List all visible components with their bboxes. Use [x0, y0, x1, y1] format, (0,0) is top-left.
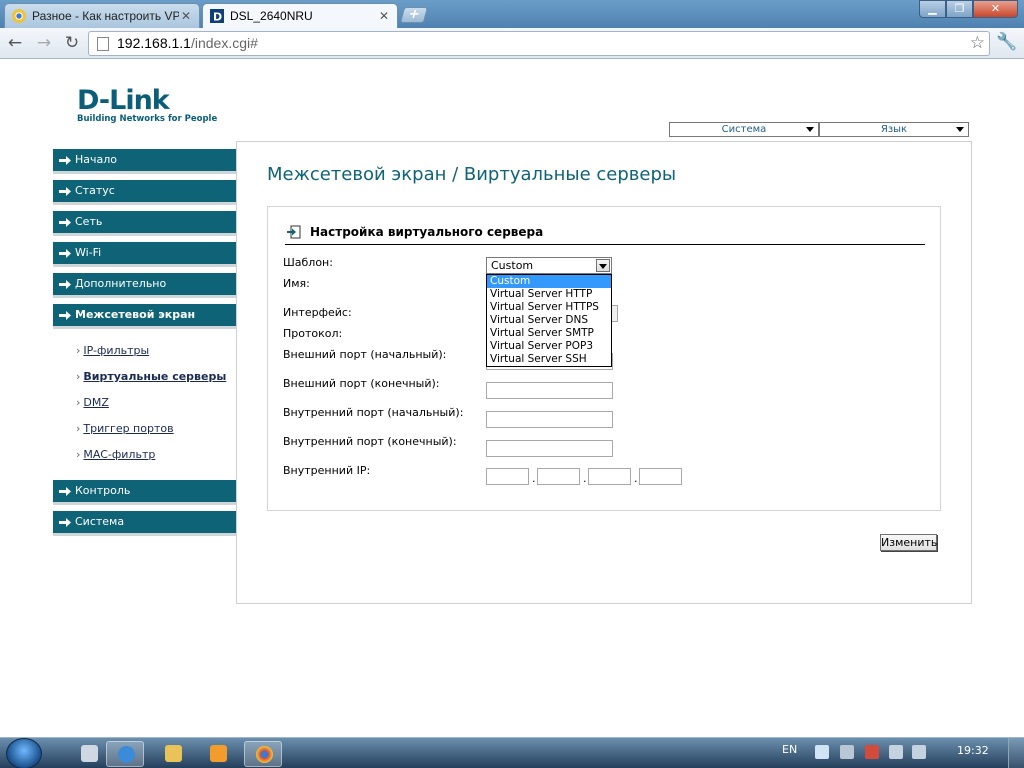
wrench-menu-icon[interactable]: 🔧	[996, 32, 1017, 52]
label-template: Шаблон:	[283, 256, 333, 269]
help-tray-icon[interactable]	[815, 745, 829, 759]
internal-ip-octet-4[interactable]	[639, 468, 682, 485]
document-arrow-icon	[287, 225, 301, 239]
menu-item-wifi[interactable]: Wi-Fi	[53, 242, 236, 267]
menu-item-status[interactable]: Статус	[53, 180, 236, 205]
ext-port-end-input[interactable]	[486, 382, 613, 399]
logo-text: D-Link	[77, 85, 170, 116]
template-option[interactable]: Virtual Server DNS	[487, 314, 611, 327]
language-indicator[interactable]: EN	[782, 743, 797, 756]
ie-icon[interactable]	[106, 741, 144, 767]
svg-text:D: D	[213, 11, 222, 24]
page-title: Межсетевой экран / Виртуальные серверы	[267, 164, 677, 185]
chevron-down-icon[interactable]	[596, 259, 610, 272]
label-int-port-end: Внутренний порт (конечный):	[283, 435, 457, 448]
ip-dot: .	[532, 472, 536, 485]
int-port-start-input[interactable]	[486, 411, 613, 428]
label-ext-port-end: Внешний порт (конечный):	[283, 377, 440, 390]
template-option[interactable]: Virtual Server HTTP	[487, 288, 611, 301]
logo-tagline: Building Networks for People	[77, 114, 218, 124]
show-desktop-button[interactable]	[1008, 738, 1024, 768]
template-dropdown-list: Custom Virtual Server HTTP Virtual Serve…	[486, 274, 612, 367]
new-tab-button[interactable]: +	[399, 7, 429, 23]
restore-icon[interactable]: ❐	[946, 0, 973, 18]
submenu-item-ip-filters[interactable]: › IP-фильтры	[76, 344, 149, 357]
internal-ip-octet-2[interactable]	[537, 468, 580, 485]
section-header: Настройка виртуального сервера	[285, 224, 925, 245]
close-icon[interactable]: ✕	[377, 9, 391, 23]
template-option[interactable]: Virtual Server SSH	[487, 353, 611, 366]
label-int-port-start: Внутренний порт (начальный):	[283, 406, 464, 419]
chevron-down-icon	[956, 127, 964, 132]
arrow-right-icon	[59, 218, 71, 227]
media-player-icon[interactable]	[199, 741, 237, 767]
dlink-logo: D-Link Building Networks for People	[77, 85, 218, 125]
chevron-down-icon	[806, 127, 814, 132]
tab-active-label: DSL_2640NRU	[230, 9, 313, 23]
address-url: 192.168.1.1/index.cgi#	[117, 35, 258, 51]
arrow-right-icon	[59, 187, 71, 196]
language-dropdown[interactable]: Язык	[819, 122, 969, 137]
volume-tray-icon[interactable]	[912, 745, 926, 759]
menu-item-control[interactable]: Контроль	[53, 480, 236, 505]
power-tray-icon[interactable]	[889, 745, 903, 759]
arrow-right-icon	[59, 311, 71, 320]
arrow-right-icon	[59, 156, 71, 165]
internal-ip-octet-3[interactable]	[588, 468, 631, 485]
tab-inactive[interactable]: Разное - Как настроить VP ✕	[4, 3, 200, 28]
template-option[interactable]: Virtual Server HTTPS	[487, 301, 611, 314]
chrome-taskbar-icon[interactable]	[244, 741, 282, 767]
template-select[interactable]: Custom	[486, 257, 612, 274]
template-option[interactable]: Custom	[487, 275, 611, 288]
chrome-favicon-icon	[12, 9, 26, 23]
dlink-favicon-icon: D	[210, 9, 224, 24]
minimize-icon[interactable]: ▁	[919, 0, 946, 18]
window-close-icon[interactable]: ✕	[973, 0, 1018, 18]
arrow-right-icon	[59, 280, 71, 289]
page-icon	[97, 37, 109, 51]
start-button-icon[interactable]	[6, 738, 42, 768]
system-dropdown[interactable]: Система	[669, 122, 819, 137]
menu-item-firewall[interactable]: Межсетевой экран	[53, 304, 236, 329]
address-bar[interactable]: 192.168.1.1/index.cgi# ☆	[88, 31, 990, 56]
forward-arrow-icon[interactable]: →	[33, 33, 55, 55]
label-name: Имя:	[283, 277, 310, 290]
template-option[interactable]: Virtual Server POP3	[487, 340, 611, 353]
window-controls: ▁ ❐ ✕	[919, 0, 1018, 18]
folder-icon[interactable]	[154, 741, 192, 767]
browser-toolbar: ← → ↻ 192.168.1.1/index.cgi# ☆	[0, 28, 1024, 59]
menu-item-advanced[interactable]: Дополнительно	[53, 273, 236, 298]
reload-icon[interactable]: ↻	[61, 33, 83, 55]
apply-button[interactable]: Изменить	[880, 534, 937, 551]
label-internal-ip: Внутренний IP:	[283, 464, 371, 477]
arrow-right-icon	[59, 249, 71, 258]
label-protocol: Протокол:	[283, 327, 343, 340]
browser-title-bar: Разное - Как настроить VP ✕ D DSL_2640NR…	[0, 0, 1024, 28]
menu-item-system[interactable]: Система	[53, 511, 236, 536]
back-arrow-icon[interactable]: ←	[4, 33, 26, 55]
tools-icon[interactable]	[70, 741, 108, 767]
submenu-item-virtual-servers[interactable]: › Виртуальные серверы	[76, 370, 226, 383]
arrow-right-icon	[59, 518, 71, 527]
close-icon[interactable]: ✕	[179, 9, 193, 23]
menu-item-home[interactable]: Начало	[53, 149, 236, 174]
tab-active[interactable]: D DSL_2640NRU ✕	[202, 3, 398, 28]
submenu-item-dmz[interactable]: › DMZ	[76, 396, 109, 409]
arrow-right-icon	[59, 487, 71, 496]
clock[interactable]: 19:32	[957, 744, 989, 757]
tab-inactive-label: Разное - Как настроить VP	[32, 9, 179, 23]
bookmark-star-icon[interactable]: ☆	[970, 33, 985, 53]
network-tray-icon[interactable]	[840, 745, 854, 759]
template-option[interactable]: Virtual Server SMTP	[487, 327, 611, 340]
submenu-item-mac-filter[interactable]: › MAC-фильтр	[76, 448, 155, 461]
submenu-item-port-trigger[interactable]: › Триггер портов	[76, 422, 174, 435]
int-port-end-input[interactable]	[486, 440, 613, 457]
menu-item-network[interactable]: Сеть	[53, 211, 236, 236]
label-interface: Интерфейс:	[283, 306, 352, 319]
ip-dot: .	[583, 472, 587, 485]
internal-ip-octet-1[interactable]	[486, 468, 529, 485]
security-tray-icon[interactable]	[865, 745, 879, 759]
ip-dot: .	[634, 472, 638, 485]
label-ext-port-start: Внешний порт (начальный):	[283, 348, 447, 361]
